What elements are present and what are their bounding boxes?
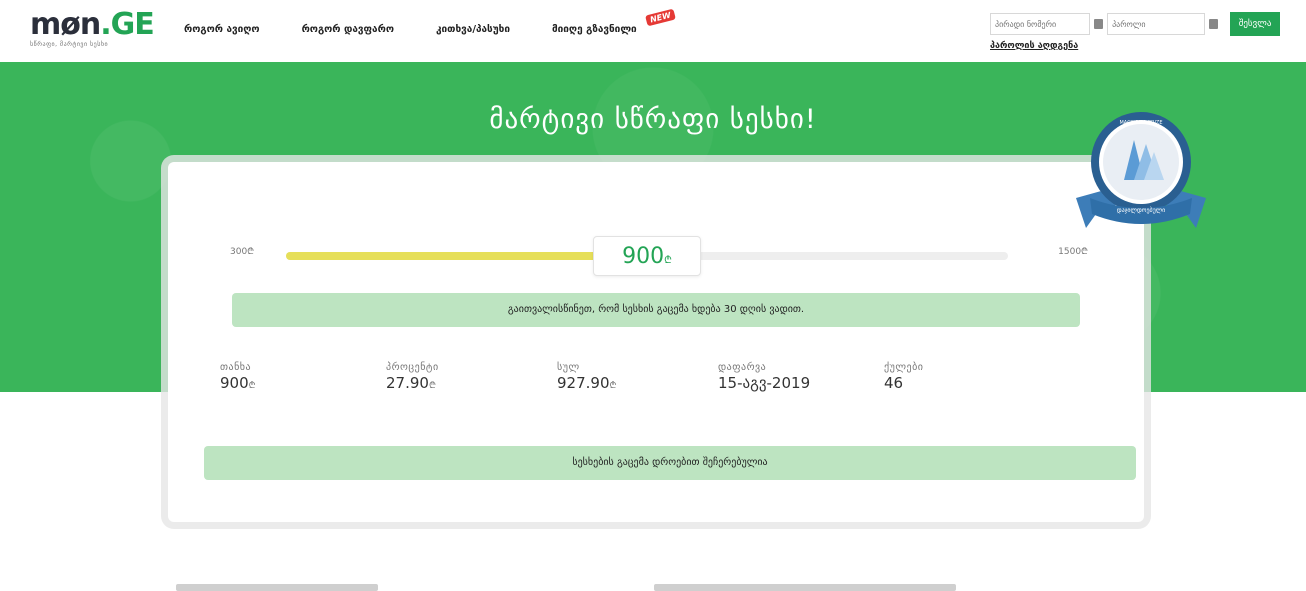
stat-interest: პროცენტი 27.90₾ — [386, 362, 439, 392]
nav-faq[interactable]: კითხვა/პასუხი — [436, 24, 510, 35]
stat-unit: ₾ — [428, 381, 436, 391]
login-button[interactable]: შესვლა — [1230, 12, 1280, 36]
logo[interactable]: møn.GE სწრაფი, მარტივი სესხი — [30, 10, 160, 50]
amount-slider[interactable]: 300₾ 900₾ 1500₾ — [228, 236, 1088, 276]
badge-ribbon-text: დაჯილდოებული — [1117, 207, 1166, 214]
nav-how-to-borrow[interactable]: როგორ ავიღო — [184, 24, 260, 35]
login-form: შესვლა პაროლის აღდგენა — [990, 12, 1280, 51]
password-input[interactable] — [1107, 13, 1206, 35]
stat-total: სულ 927.90₾ — [557, 362, 616, 392]
nav-how-to-repay[interactable]: როგორ დავფარო — [302, 24, 394, 35]
personal-id-input[interactable] — [990, 13, 1090, 35]
stat-label: ქულები — [884, 362, 924, 373]
term-notice: გაითვალისწინეთ, რომ სესხის გაცემა ხდება … — [232, 293, 1080, 327]
stat-value: 46 — [884, 374, 904, 392]
slider-track[interactable]: 900₾ — [286, 236, 1008, 276]
nav-get-message-label: მიიღე გზავნილი — [551, 24, 637, 35]
slider-value: 900 — [622, 244, 665, 269]
stat-label: დაფარვა — [718, 362, 767, 373]
award-ribbon-icon: დაჯილდოებული MAGNOLIA PRIZE — [1076, 112, 1206, 228]
logo-main: møn — [30, 7, 101, 42]
stat-points: ქულები 46 — [884, 362, 923, 392]
section-heading-hint — [176, 584, 378, 591]
badge-ring-text: MAGNOLIA PRIZE — [1119, 120, 1162, 126]
loan-calculator-card: 300₾ 900₾ 1500₾ გაითვალისწინეთ, რომ სესხ… — [168, 162, 1144, 522]
stat-label: თანხა — [220, 362, 252, 373]
currency-sign: ₾ — [664, 255, 672, 266]
stat-value: 927.90 — [557, 374, 610, 392]
stat-unit: ₾ — [609, 381, 617, 391]
award-badge: დაჯილდოებული MAGNOLIA PRIZE — [1072, 110, 1210, 240]
stat-amount: თანხა 900₾ — [220, 362, 256, 392]
stat-value: 15-აგვ-2019 — [718, 374, 811, 392]
keyboard-icon[interactable] — [1094, 19, 1104, 29]
stat-label: პროცენტი — [386, 362, 439, 373]
stat-unit: ₾ — [248, 381, 256, 391]
slider-min-label: 300₾ — [230, 247, 255, 257]
keyboard-icon[interactable] — [1209, 19, 1219, 29]
logo-ge: .GE — [100, 7, 155, 42]
stat-value: 900 — [220, 374, 249, 392]
forgot-password-link[interactable]: პაროლის აღდგენა — [990, 41, 1280, 51]
main-nav: როგორ ავიღო როგორ დავფარო კითხვა/პასუხი … — [184, 8, 679, 35]
slider-handle[interactable]: 900₾ — [593, 236, 701, 276]
slider-max-label: 1500₾ — [1058, 247, 1088, 257]
stat-repayment-date: დაფარვა 15-აგვ-2019 — [718, 362, 810, 392]
loans-suspended-banner: სესხების გაცემა დროებით შეჩერებულია — [204, 446, 1136, 480]
stat-value: 27.90 — [386, 374, 429, 392]
site-header: møn.GE სწრაფი, მარტივი სესხი როგორ ავიღო… — [0, 0, 1306, 62]
section-heading-hint — [654, 584, 956, 591]
stat-label: სულ — [557, 362, 580, 373]
nav-get-message[interactable]: მიიღე გზავნილი NEW — [551, 8, 676, 35]
new-badge: NEW — [644, 8, 676, 27]
logo-tagline: სწრაფი, მარტივი სესხი — [30, 41, 109, 48]
